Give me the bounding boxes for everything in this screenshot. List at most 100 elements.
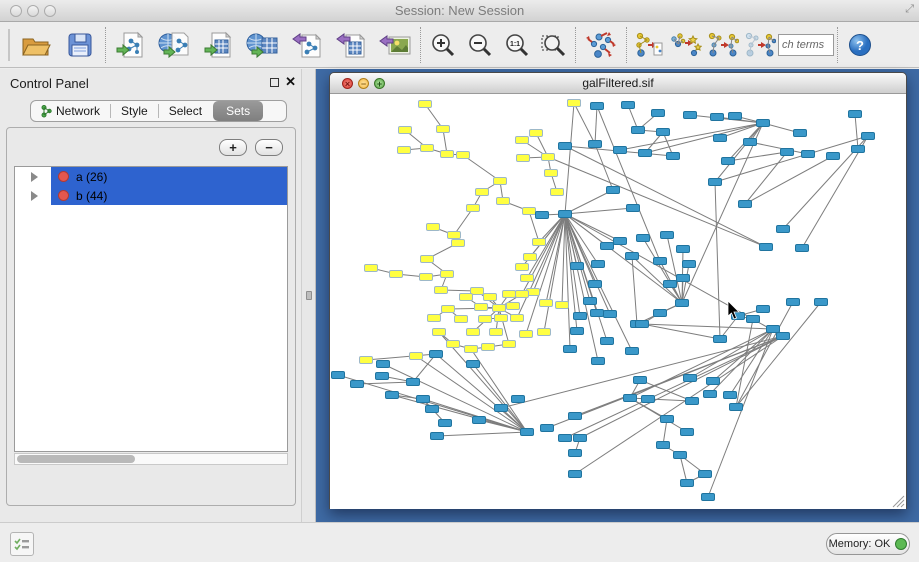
graph-node-yellow[interactable] <box>448 232 461 239</box>
graph-node-blue[interactable] <box>794 130 807 137</box>
zoom-fit-selected-button[interactable] <box>535 25 572 65</box>
graph-node-yellow[interactable] <box>475 304 488 311</box>
remove-set-button[interactable]: − <box>255 139 283 156</box>
graph-node-yellow[interactable] <box>524 254 537 261</box>
graph-node-blue[interactable] <box>722 158 735 165</box>
import-table-web-button[interactable] <box>241 25 285 65</box>
graph-node-yellow[interactable] <box>507 303 520 310</box>
graph-node-blue[interactable] <box>852 146 865 153</box>
graph-node-yellow[interactable] <box>421 256 434 263</box>
graph-node-blue[interactable] <box>626 253 639 260</box>
graph-node-blue[interactable] <box>862 133 875 140</box>
graph-node-blue[interactable] <box>667 153 680 160</box>
graph-node-yellow[interactable] <box>523 208 536 215</box>
import-network-file-button[interactable] <box>109 25 153 65</box>
graph-node-blue[interactable] <box>777 333 790 340</box>
graph-node-blue[interactable] <box>639 150 652 157</box>
network-window[interactable]: × − + galFiltered.sif <box>329 72 907 509</box>
graph-node-blue[interactable] <box>439 420 452 427</box>
graph-node-blue[interactable] <box>760 244 773 251</box>
graph-node-blue[interactable] <box>574 313 587 320</box>
graph-node-yellow[interactable] <box>390 271 403 278</box>
graph-node-blue[interactable] <box>574 435 587 442</box>
graph-node-yellow[interactable] <box>441 271 454 278</box>
graph-node-blue[interactable] <box>714 336 727 343</box>
graph-node-blue[interactable] <box>681 429 694 436</box>
zoom-actual-size-button[interactable]: 1:1 <box>498 25 535 65</box>
graph-node-blue[interactable] <box>559 143 572 150</box>
graph-node-blue[interactable] <box>704 391 717 398</box>
graph-node-yellow[interactable] <box>465 346 478 353</box>
graph-node-blue[interactable] <box>636 321 649 328</box>
network-canvas[interactable] <box>330 94 906 509</box>
task-history-button[interactable] <box>10 532 34 556</box>
graph-node-blue[interactable] <box>744 139 757 146</box>
search-input[interactable] <box>778 34 834 56</box>
graph-node-blue[interactable] <box>607 187 620 194</box>
graph-node-blue[interactable] <box>802 151 815 158</box>
float-panel-icon[interactable] <box>270 78 279 87</box>
zoom-in-button[interactable] <box>424 25 461 65</box>
graph-node-blue[interactable] <box>677 246 690 253</box>
export-network-button[interactable] <box>285 25 329 65</box>
graph-node-blue[interactable] <box>654 258 667 265</box>
graph-node-blue[interactable] <box>661 232 674 239</box>
graph-node-blue[interactable] <box>757 306 770 313</box>
graph-node-blue[interactable] <box>592 261 605 268</box>
graph-node-blue[interactable] <box>815 299 828 306</box>
graph-node-blue[interactable] <box>637 235 650 242</box>
tab-style[interactable]: Style <box>111 101 158 121</box>
graph-node-blue[interactable] <box>495 405 508 412</box>
graph-node-blue[interactable] <box>601 243 614 250</box>
memory-status-button[interactable]: Memory: OK <box>826 533 910 555</box>
graph-node-yellow[interactable] <box>516 291 529 298</box>
graph-node-blue[interactable] <box>657 442 670 449</box>
graph-node-yellow[interactable] <box>437 126 450 133</box>
scrollbar-thumb[interactable] <box>17 455 135 463</box>
graph-node-blue[interactable] <box>430 351 443 358</box>
graph-node-blue[interactable] <box>601 338 614 345</box>
graph-node-yellow[interactable] <box>551 189 564 196</box>
network-merge-1-button[interactable] <box>630 25 667 65</box>
graph-node-blue[interactable] <box>747 316 760 323</box>
graph-node-blue[interactable] <box>781 149 794 156</box>
graph-node-yellow[interactable] <box>428 315 441 322</box>
graph-node-yellow[interactable] <box>435 287 448 294</box>
fullscreen-icon[interactable]: ⤢ <box>905 3 914 16</box>
graph-node-yellow[interactable] <box>452 240 465 247</box>
splitter-handle-icon[interactable] <box>306 291 312 300</box>
graph-node-blue[interactable] <box>592 358 605 365</box>
graph-node-blue[interactable] <box>777 226 790 233</box>
graph-node-yellow[interactable] <box>516 264 529 271</box>
graph-node-yellow[interactable] <box>419 101 432 108</box>
graph-node-blue[interactable] <box>729 113 742 120</box>
graph-node-yellow[interactable] <box>467 205 480 212</box>
graph-node-yellow[interactable] <box>360 357 373 364</box>
graph-node-yellow[interactable] <box>484 294 497 301</box>
graph-node-blue[interactable] <box>634 377 647 384</box>
graph-node-blue[interactable] <box>624 395 637 402</box>
help-button[interactable]: ? <box>841 25 878 65</box>
graph-node-yellow[interactable] <box>568 100 581 107</box>
export-table-button[interactable] <box>329 25 373 65</box>
zoom-out-button[interactable] <box>461 25 498 65</box>
graph-node-blue[interactable] <box>676 300 689 307</box>
tab-network[interactable]: Network <box>31 101 110 121</box>
graph-node-blue[interactable] <box>431 433 444 440</box>
graph-node-blue[interactable] <box>589 141 602 148</box>
graph-node-blue[interactable] <box>711 114 724 121</box>
network-window-titlebar[interactable]: × − + galFiltered.sif <box>330 73 906 94</box>
graph-node-yellow[interactable] <box>460 294 473 301</box>
graph-node-yellow[interactable] <box>447 341 460 348</box>
set-row-a[interactable]: a (26) <box>15 167 287 186</box>
graph-node-blue[interactable] <box>426 406 439 413</box>
graph-node-blue[interactable] <box>674 452 687 459</box>
graph-node-yellow[interactable] <box>365 265 378 272</box>
graph-node-blue[interactable] <box>683 261 696 268</box>
graph-node-yellow[interactable] <box>493 305 506 312</box>
graph-node-blue[interactable] <box>591 310 604 317</box>
graph-node-blue[interactable] <box>571 263 584 270</box>
graph-node-yellow[interactable] <box>399 127 412 134</box>
network-merge-3-button[interactable] <box>704 25 741 65</box>
network-graph[interactable] <box>330 94 906 509</box>
